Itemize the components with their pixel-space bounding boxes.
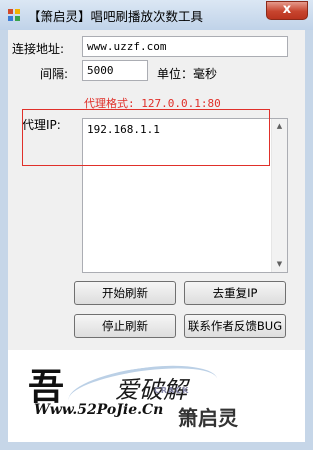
watermark-url: Www.52PoJie.Cn <box>34 402 164 418</box>
interval-label: 间隔: <box>40 67 69 81</box>
stop-refresh-button[interactable]: 停止刷新 <box>74 314 176 338</box>
url-label: 连接地址: <box>12 42 65 56</box>
start-refresh-button[interactable]: 开始刷新 <box>74 281 176 305</box>
app-window: 【箫启灵】唱吧刷播放次数工具 x 连接地址: www.uzzf.com 间隔: … <box>0 0 313 450</box>
scroll-up-icon[interactable]: ▲ <box>272 119 287 134</box>
author-signature: 箫启灵 <box>178 406 238 430</box>
scroll-down-icon[interactable]: ▼ <box>272 257 287 272</box>
url-input[interactable]: www.uzzf.com <box>82 36 288 57</box>
vertical-scrollbar[interactable]: ▲ ▼ <box>271 119 287 272</box>
window-title: 【箫启灵】唱吧刷播放次数工具 <box>28 9 204 24</box>
watermark-banner: 吾 爱破解 CRACK Www.52PoJie.Cn 箫启灵 <box>8 350 305 442</box>
title-bar[interactable]: 【箫启灵】唱吧刷播放次数工具 x <box>0 0 313 30</box>
interval-input[interactable]: 5000 <box>82 60 148 81</box>
feedback-button[interactable]: 联系作者反馈BUG <box>184 314 286 338</box>
form-body: 连接地址: www.uzzf.com 间隔: 5000 单位：毫秒 代理格式: … <box>8 30 305 442</box>
app-icon <box>8 9 20 21</box>
dedupe-ip-button[interactable]: 去重复IP <box>184 281 286 305</box>
close-button[interactable]: x <box>266 1 308 20</box>
watermark-crack-text: CRACK <box>154 386 190 395</box>
highlight-box <box>22 109 270 166</box>
unit-label: 单位：毫秒 <box>157 67 218 81</box>
